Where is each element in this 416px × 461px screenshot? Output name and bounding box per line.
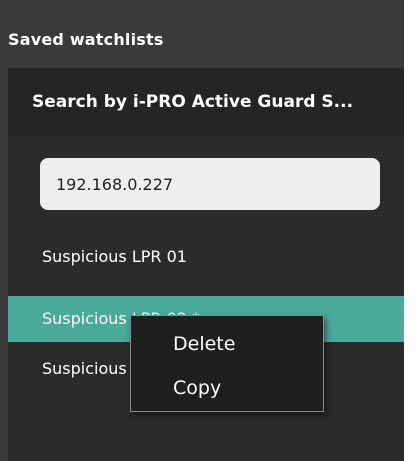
menu-item-delete[interactable]: Delete bbox=[131, 322, 323, 366]
header-title: Saved watchlists bbox=[8, 30, 164, 49]
header: Saved watchlists bbox=[0, 0, 404, 68]
window-edge bbox=[404, 0, 416, 461]
list-item[interactable]: Suspicious LPR 01 bbox=[8, 234, 404, 280]
search-input[interactable] bbox=[40, 158, 380, 210]
context-menu: Delete Copy bbox=[130, 315, 324, 412]
panel-title: Search by i-PRO Active Guard S... bbox=[32, 92, 354, 112]
menu-item-copy[interactable]: Copy bbox=[131, 366, 323, 410]
list-item-label: Suspicious LPR 01 bbox=[42, 247, 187, 266]
